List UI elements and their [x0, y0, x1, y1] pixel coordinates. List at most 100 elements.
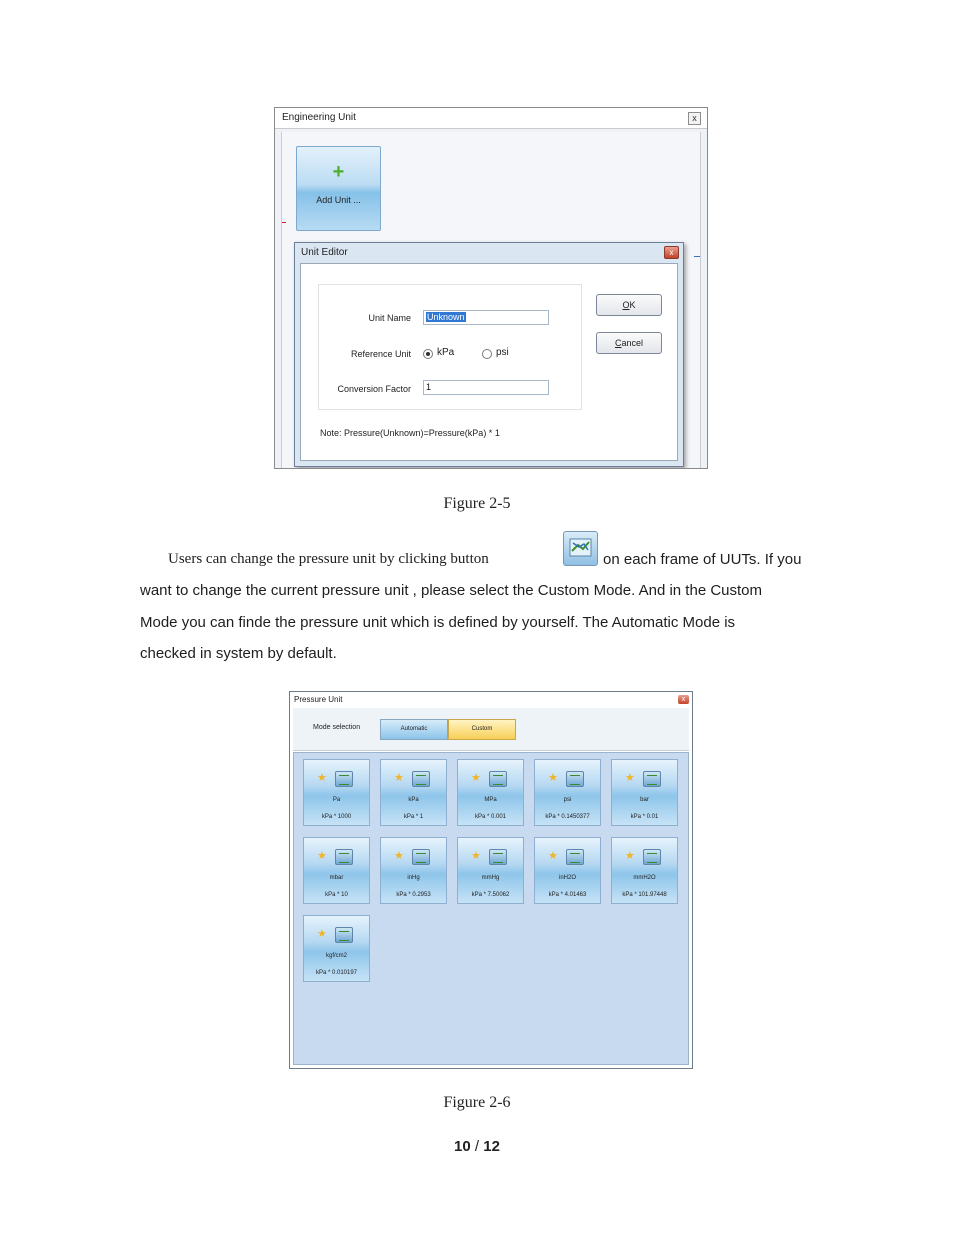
page-total: 12: [483, 1138, 500, 1155]
unit-chart-icon[interactable]: [412, 771, 430, 787]
star-icon[interactable]: ★: [317, 773, 327, 784]
unit-chart-icon[interactable]: [643, 771, 661, 787]
unit-tile-factor: kPa * 4.01463: [548, 892, 587, 898]
unit-chart-icon[interactable]: [489, 771, 507, 787]
star-icon[interactable]: ★: [548, 773, 558, 784]
figure-caption-2-5: Figure 2-5: [443, 495, 511, 512]
star-icon[interactable]: ★: [548, 851, 558, 862]
mode-selection-bar: Mode selection Automatic Custom: [293, 708, 689, 751]
unit-tile[interactable]: ★ Pa kPa * 1000: [303, 759, 370, 826]
unit-tile-name: psi: [563, 797, 572, 803]
unit-tile-name: mbar: [329, 875, 344, 881]
unit-tile[interactable]: ★ mbar kPa * 10: [303, 837, 370, 904]
engineering-unit-title: Engineering Unit: [282, 112, 356, 123]
unit-chart-icon[interactable]: [335, 927, 353, 943]
unit-tile-name: MPa: [484, 797, 497, 803]
conversion-factor-field[interactable]: 1: [423, 380, 549, 395]
figure-caption-2-6: Figure 2-6: [443, 1094, 511, 1111]
star-icon[interactable]: ★: [471, 773, 481, 784]
unit-chart-icon[interactable]: [643, 849, 661, 865]
unit-tile-factor: kPa * 1000: [321, 814, 352, 820]
unit-tile-factor: kPa * 0.001: [474, 814, 507, 820]
unit-name-label: Unit Name: [368, 313, 411, 323]
engineering-unit-titlebar: Engineering Unit x: [275, 108, 707, 129]
unit-tile-factor: kPa * 10: [325, 892, 348, 898]
star-icon[interactable]: ★: [394, 851, 404, 862]
plus-icon: +: [332, 161, 345, 183]
close-icon[interactable]: x: [688, 112, 701, 125]
unit-editor-body: Unit Name Unknown Reference Unit kPa psi…: [300, 263, 678, 461]
conversion-note: Note: Pressure(Unknown)=Pressure(kPa) * …: [320, 428, 500, 438]
add-unit-label: Add Unit ...: [316, 195, 361, 205]
unit-chart-icon[interactable]: [335, 849, 353, 865]
unit-tile-name: kPa: [408, 797, 419, 803]
star-icon[interactable]: ★: [394, 773, 404, 784]
radio-psi[interactable]: [482, 349, 492, 359]
unit-tile[interactable]: ★ bar kPa * 0.01: [611, 759, 678, 826]
unit-tile[interactable]: ★ inH2O kPa * 4.01463: [534, 837, 601, 904]
page-number: 10 / 12: [0, 1138, 954, 1155]
conversion-factor-label: Conversion Factor: [337, 384, 411, 394]
unit-tile-name: bar: [640, 797, 649, 803]
unit-tile[interactable]: ★ psi kPa * 0.1450377: [534, 759, 601, 826]
star-icon[interactable]: ★: [317, 929, 327, 940]
red-marker-line: [282, 222, 286, 223]
unit-chart-icon[interactable]: [566, 771, 584, 787]
paragraph-line-1a: Users can change the pressure unit by cl…: [168, 551, 489, 567]
paragraph-line-3: Mode you can finde the pressure unit whi…: [140, 614, 736, 631]
close-icon[interactable]: x: [664, 246, 679, 259]
star-icon[interactable]: ★: [317, 851, 327, 862]
custom-mode-button[interactable]: Custom: [448, 719, 516, 740]
radio-kpa-label: kPa: [437, 347, 455, 358]
unit-tile-grid: ★ Pa kPa * 1000 ★ kPa kPa * 1 ★ MPa kPa * 0.001 ★…: [293, 752, 689, 1065]
mode-selection-label: Mode selection: [313, 724, 361, 731]
unit-tile-name: inHg: [407, 875, 420, 881]
unit-tile-factor: kPa * 0.010197: [315, 970, 358, 976]
reference-unit-label: Reference Unit: [350, 349, 411, 359]
unit-tile-factor: kPa * 101.97448: [622, 892, 667, 898]
unit-tile-name: kgf/cm2: [325, 953, 347, 959]
ok-button[interactable]: OK: [596, 294, 662, 316]
unit-tile-name: Pa: [332, 797, 341, 803]
unit-tile-factor: kPa * 0.1450377: [545, 814, 590, 820]
cancel-button-label: Cancel: [614, 338, 643, 348]
unit-tile[interactable]: ★ mmH2O kPa * 101.97448: [611, 837, 678, 904]
radio-kpa[interactable]: [423, 349, 433, 359]
unit-chart-icon[interactable]: [412, 849, 430, 865]
add-unit-button[interactable]: + Add Unit ...: [296, 146, 381, 231]
unit-tile[interactable]: ★ inHg kPa * 0.2953: [380, 837, 447, 904]
unit-tile-name: mmH2O: [633, 875, 656, 881]
unit-tile[interactable]: ★ MPa kPa * 0.001: [457, 759, 524, 826]
close-icon[interactable]: x: [678, 695, 689, 704]
pressure-unit-title: Pressure Unit: [294, 695, 343, 704]
paragraph-line-1b: on each frame of UUTs. If you: [603, 551, 802, 568]
page-separator: /: [470, 1138, 484, 1155]
unit-chart-icon[interactable]: [489, 849, 507, 865]
unit-name-value: Unknown: [426, 312, 466, 322]
unit-chart-icon[interactable]: [566, 849, 584, 865]
unit-tile[interactable]: ★ kPa kPa * 1: [380, 759, 447, 826]
unit-tile-factor: kPa * 0.2953: [396, 892, 431, 898]
star-icon[interactable]: ★: [471, 851, 481, 862]
unit-tile-factor: kPa * 0.01: [630, 814, 659, 820]
unit-tile-name: mmHg: [481, 875, 500, 881]
unit-editor-title: Unit Editor: [301, 247, 348, 258]
pressure-unit-window: Pressure Unit x Mode selection Automatic…: [289, 691, 693, 1069]
star-icon[interactable]: ★: [625, 851, 635, 862]
engineering-unit-window: Engineering Unit x + Add Unit ... Unit E…: [274, 107, 708, 469]
unit-tile[interactable]: ★ kgf/cm2 kPa * 0.010197: [303, 915, 370, 982]
blue-marker-line: [694, 256, 700, 257]
star-icon[interactable]: ★: [625, 773, 635, 784]
unit-name-field[interactable]: Unknown: [423, 310, 549, 325]
pressure-unit-icon: [563, 531, 598, 566]
cancel-button[interactable]: Cancel: [596, 332, 662, 354]
automatic-mode-button[interactable]: Automatic: [380, 719, 448, 740]
ok-button-label: OK: [622, 300, 636, 310]
unit-tile[interactable]: ★ mmHg kPa * 7.50062: [457, 837, 524, 904]
page-current: 10: [454, 1138, 471, 1155]
radio-psi-label: psi: [496, 347, 509, 358]
unit-chart-icon[interactable]: [335, 771, 353, 787]
unit-tile-factor: kPa * 7.50062: [471, 892, 510, 898]
unit-editor-dialog: Unit Editor x Unit Name Unknown Referenc…: [294, 242, 684, 467]
unit-tile-name: inH2O: [558, 875, 576, 881]
